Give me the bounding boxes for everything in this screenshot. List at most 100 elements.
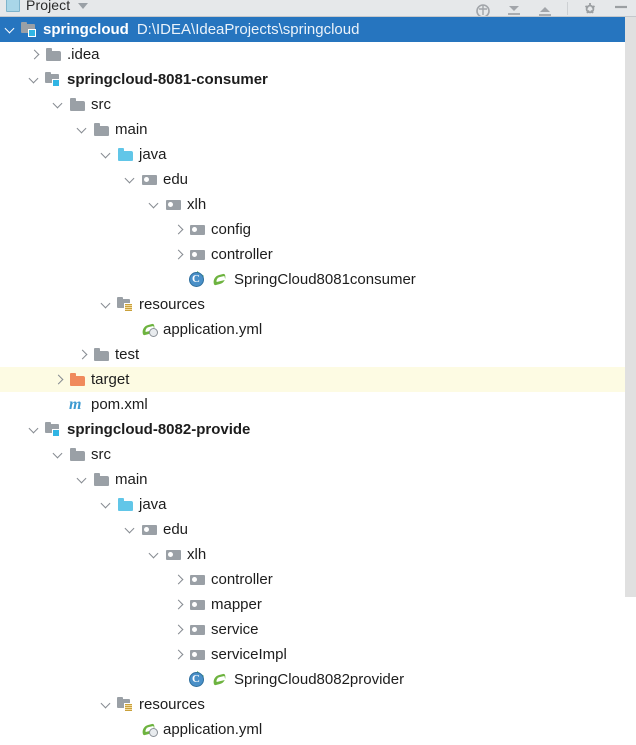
folder-icon: [45, 46, 62, 63]
tree-row[interactable]: springcloud D:\IDEA\IdeaProjects\springcl…: [0, 17, 625, 42]
package-icon: [141, 521, 158, 538]
package-icon: [189, 646, 206, 663]
tree-row[interactable]: m pom.xml: [0, 392, 625, 417]
package-icon: [189, 221, 206, 238]
tree-row[interactable]: test: [0, 342, 625, 367]
tree-row-label: src: [91, 446, 111, 463]
tree-row-label: resources: [139, 696, 205, 713]
spring-config-icon: [141, 321, 158, 338]
tree-row[interactable]: .idea: [0, 42, 625, 67]
maven-icon: m: [69, 396, 82, 413]
hide-icon[interactable]: [610, 0, 632, 16]
chevron-right-icon[interactable]: [76, 348, 89, 361]
tree-row[interactable]: controller: [0, 242, 625, 267]
chevron-down-icon[interactable]: [124, 523, 137, 536]
tree-row[interactable]: C SpringCloud8081consumer: [0, 267, 625, 292]
chevron-right-icon[interactable]: [172, 623, 185, 636]
chevron-right-icon[interactable]: [172, 598, 185, 611]
package-icon: [165, 196, 182, 213]
tree-row-label: java: [139, 146, 167, 163]
tree-row[interactable]: application.yml: [0, 717, 625, 742]
chevron-down-icon[interactable]: [4, 23, 17, 36]
tree-row-label: resources: [139, 296, 205, 313]
expand-all-icon[interactable]: [534, 0, 556, 16]
folder-icon: [93, 346, 110, 363]
tree-row[interactable]: main: [0, 467, 625, 492]
scrollbar-thumb[interactable]: [625, 17, 636, 597]
settings-icon[interactable]: [579, 0, 601, 16]
tree-no-twisty: [124, 723, 137, 736]
tree-row[interactable]: edu: [0, 167, 625, 192]
folder-icon: [93, 471, 110, 488]
tree-row[interactable]: java: [0, 492, 625, 517]
project-tree[interactable]: springcloud D:\IDEA\IdeaProjects\springcl…: [0, 17, 625, 745]
tree-row[interactable]: springcloud-8082-provide: [0, 417, 625, 442]
tool-window-title-group[interactable]: Project: [6, 0, 89, 13]
tree-row[interactable]: service: [0, 617, 625, 642]
java-class-runnable-icon: C: [189, 271, 207, 288]
tree-no-twisty: [52, 398, 65, 411]
tree-row[interactable]: serviceImpl: [0, 642, 625, 667]
chevron-down-icon[interactable]: [76, 473, 89, 486]
java-class-runnable-icon: C: [189, 671, 207, 688]
excluded-folder-icon: [69, 371, 86, 388]
folder-icon: [69, 446, 86, 463]
tree-row[interactable]: main: [0, 117, 625, 142]
tree-row[interactable]: xlh: [0, 192, 625, 217]
tree-row[interactable]: C SpringCloud8082provider: [0, 667, 625, 692]
chevron-down-icon[interactable]: [76, 123, 89, 136]
tree-row-label: application.yml: [163, 721, 263, 738]
tree-row-label: application.yml: [163, 321, 263, 338]
package-icon: [141, 171, 158, 188]
chevron-right-icon[interactable]: [172, 573, 185, 586]
collapse-all-icon[interactable]: [503, 0, 525, 16]
chevron-down-icon[interactable]: [124, 173, 137, 186]
tree-row[interactable]: target: [0, 367, 625, 392]
chevron-down-icon[interactable]: [52, 448, 65, 461]
package-icon: [165, 546, 182, 563]
vertical-scrollbar[interactable]: [625, 17, 636, 745]
locate-icon[interactable]: [472, 0, 494, 16]
tree-row[interactable]: controller: [0, 567, 625, 592]
tree-row-label: mapper: [211, 596, 262, 613]
chevron-right-icon[interactable]: [28, 48, 41, 61]
spring-config-icon: [141, 721, 158, 738]
project-tool-window: Project springcloud D:\IDEA\IdeaProjects\…: [0, 0, 636, 745]
tree-row-label: controller: [211, 246, 273, 263]
chevron-down-icon[interactable]: [100, 298, 113, 311]
chevron-down-icon[interactable]: [100, 148, 113, 161]
tree-row[interactable]: springcloud-8081-consumer: [0, 67, 625, 92]
chevron-down-icon[interactable]: [100, 698, 113, 711]
chevron-right-icon[interactable]: [172, 248, 185, 261]
tree-row[interactable]: src: [0, 442, 625, 467]
tree-row[interactable]: xlh: [0, 542, 625, 567]
tool-window-title: Project: [26, 0, 71, 13]
chevron-right-icon[interactable]: [52, 373, 65, 386]
tree-row[interactable]: application.yml: [0, 317, 625, 342]
chevron-right-icon[interactable]: [172, 648, 185, 661]
chevron-right-icon[interactable]: [172, 223, 185, 236]
tree-row[interactable]: mapper: [0, 592, 625, 617]
tree-row[interactable]: config: [0, 217, 625, 242]
tree-row[interactable]: src: [0, 92, 625, 117]
package-icon: [189, 621, 206, 638]
chevron-down-icon[interactable]: [28, 423, 41, 436]
tree-row[interactable]: resources: [0, 292, 625, 317]
chevron-down-icon[interactable]: [52, 98, 65, 111]
chevron-down-icon[interactable]: [78, 3, 89, 9]
chevron-down-icon[interactable]: [100, 498, 113, 511]
chevron-down-icon[interactable]: [148, 548, 161, 561]
chevron-down-icon[interactable]: [28, 73, 41, 86]
resources-root-folder-icon: [117, 696, 134, 713]
package-icon: [189, 246, 206, 263]
tree-row-label: springcloud-8082-provide: [67, 421, 251, 438]
tree-row-path: D:\IDEA\IdeaProjects\springcloud: [136, 21, 360, 38]
tree-row-label: test: [115, 346, 140, 363]
tree-row[interactable]: java: [0, 142, 625, 167]
package-icon: [189, 571, 206, 588]
chevron-down-icon[interactable]: [148, 198, 161, 211]
tree-row-label: pom.xml: [91, 396, 148, 413]
tree-row-label: xlh: [187, 546, 207, 563]
tree-row[interactable]: edu: [0, 517, 625, 542]
tree-row[interactable]: resources: [0, 692, 625, 717]
